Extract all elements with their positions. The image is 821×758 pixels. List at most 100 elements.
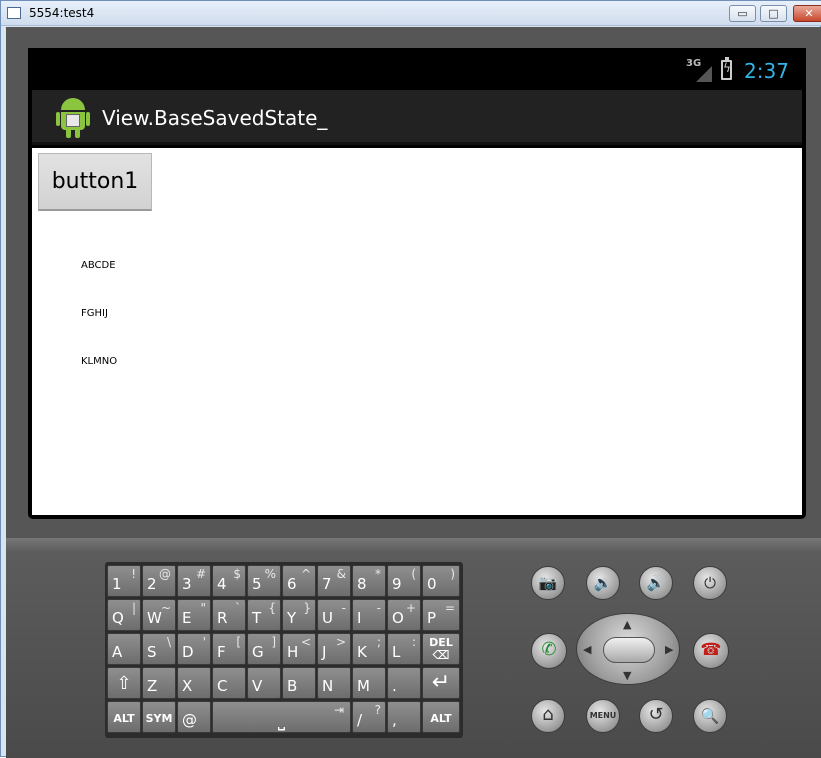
emulator-controls-panel: 1! 2 @ 3 # 4 $ 5% 6 ^ 7 & 8 * 9( 0) Q | W ~ E " R… — [6, 538, 821, 758]
label-abcde: ABCDE — [81, 260, 116, 271]
home-button[interactable]: ⌂ — [531, 699, 565, 733]
signal-icon: 3G — [686, 58, 712, 82]
camera-button[interactable]: 📷 — [531, 566, 565, 600]
key-g[interactable]: G] — [247, 633, 281, 665]
search-button[interactable]: 🔍 — [693, 699, 727, 733]
dpad-left-icon[interactable]: ◀ — [583, 643, 591, 656]
key-period[interactable]: . — [387, 667, 421, 699]
key-del[interactable]: DEL ⌫ — [422, 633, 460, 665]
key-m[interactable]: M — [352, 667, 386, 699]
status-clock: 2:37 — [744, 59, 789, 83]
backspace-icon: ⌫ — [432, 648, 450, 662]
key-alt-left[interactable]: ALT — [107, 701, 141, 733]
key-6[interactable]: 6 ^ — [282, 565, 316, 597]
key-5[interactable]: 5% — [247, 565, 281, 597]
volume-up-button[interactable]: 🔊 — [639, 566, 673, 600]
window-titlebar[interactable]: 5554:test4 ▭ □ ✕ — [1, 1, 821, 26]
minimize-button[interactable]: ▭ — [729, 5, 756, 22]
key-alt-right[interactable]: ALT — [422, 701, 460, 733]
key-u[interactable]: U- — [317, 599, 351, 631]
key-c[interactable]: C — [212, 667, 246, 699]
close-icon: ✕ — [804, 7, 814, 20]
key-o[interactable]: O + — [387, 599, 421, 631]
maximize-button[interactable]: □ — [760, 5, 787, 22]
call-button[interactable]: ✆ — [531, 633, 567, 669]
menu-button[interactable]: MENU — [586, 699, 620, 733]
key-comma[interactable]: , — [387, 701, 421, 733]
key-t[interactable]: T{ — [247, 599, 281, 631]
key-at[interactable]: @ — [177, 701, 211, 733]
key-2[interactable]: 2 @ — [142, 565, 176, 597]
dpad-up-icon[interactable]: ▲ — [623, 618, 631, 631]
key-e[interactable]: E " — [177, 599, 211, 631]
device-frame: 3G ϟ 2:37 View.BaseSavedState_ button1 A — [6, 27, 821, 538]
camera-icon: 📷 — [538, 574, 558, 592]
key-z[interactable]: Z — [142, 667, 176, 699]
key-slash[interactable]: /? — [352, 701, 386, 733]
end-call-icon: ☎ — [700, 640, 722, 660]
signal-strength-icon — [696, 66, 712, 82]
key-y[interactable]: Y} — [282, 599, 316, 631]
key-s[interactable]: S \ — [142, 633, 176, 665]
enter-icon: ↵ — [431, 670, 451, 695]
key-sym[interactable]: SYM — [142, 701, 176, 733]
hardware-keyboard: 1! 2 @ 3 # 4 $ 5% 6 ^ 7 & 8 * 9( 0) Q | W ~ E " R… — [105, 562, 463, 738]
android-robot-icon — [56, 98, 90, 138]
window-title: 5554:test4 — [29, 6, 95, 20]
key-n[interactable]: N — [317, 667, 351, 699]
key-9[interactable]: 9( — [387, 565, 421, 597]
volume-down-icon: 🔉 — [593, 574, 613, 592]
button1[interactable]: button1 — [38, 153, 152, 211]
emulator-body: 3G ϟ 2:37 View.BaseSavedState_ button1 A — [6, 27, 821, 758]
key-a[interactable]: A — [107, 633, 141, 665]
key-k[interactable]: K; — [352, 633, 386, 665]
key-h[interactable]: H < — [282, 633, 316, 665]
key-7[interactable]: 7 & — [317, 565, 351, 597]
key-l[interactable]: L: — [387, 633, 421, 665]
key-v[interactable]: V — [247, 667, 281, 699]
volume-down-button[interactable]: 🔉 — [586, 566, 620, 600]
key-p[interactable]: P = — [422, 599, 460, 631]
key-enter[interactable]: ↵ — [422, 667, 460, 699]
dpad-center-button[interactable] — [603, 637, 655, 663]
key-0[interactable]: 0) — [422, 565, 460, 597]
key-w[interactable]: W ~ — [142, 599, 176, 631]
dpad-right-icon[interactable]: ▶ — [665, 643, 673, 656]
search-icon: 🔍 — [700, 707, 720, 725]
dpad[interactable]: ▲ ▼ ◀ ▶ — [576, 613, 680, 685]
key-shift[interactable]: ⇧ — [107, 667, 141, 699]
power-icon: ⏻ — [704, 574, 716, 592]
key-f[interactable]: F[ — [212, 633, 246, 665]
key-1[interactable]: 1! — [107, 565, 141, 597]
back-button[interactable]: ↺ — [639, 699, 673, 733]
key-8[interactable]: 8 * — [352, 565, 386, 597]
key-x[interactable]: X — [177, 667, 211, 699]
status-bar: 3G ϟ 2:37 — [28, 48, 806, 90]
key-b[interactable]: B — [282, 667, 316, 699]
key-3[interactable]: 3 # — [177, 565, 211, 597]
action-bar: View.BaseSavedState_ — [32, 90, 802, 145]
back-icon: ↺ — [648, 704, 664, 725]
home-icon: ⌂ — [542, 704, 554, 725]
key-4[interactable]: 4 $ — [212, 565, 246, 597]
key-d[interactable]: D ' — [177, 633, 211, 665]
key-space[interactable]: ⎵ ⇥ — [212, 701, 351, 733]
power-button[interactable]: ⏻ — [693, 566, 727, 600]
volume-up-icon: 🔊 — [646, 574, 666, 592]
close-button[interactable]: ✕ — [793, 5, 821, 22]
key-j[interactable]: J > — [317, 633, 351, 665]
key-r[interactable]: R ` — [212, 599, 246, 631]
maximize-icon: □ — [768, 7, 779, 20]
key-q[interactable]: Q | — [107, 599, 141, 631]
menu-label: MENU — [589, 711, 617, 720]
battery-icon: ϟ — [721, 57, 732, 80]
key-i[interactable]: I- — [352, 599, 386, 631]
emulator-window: 5554:test4 ▭ □ ✕ 3G ϟ 2:37 View.BaseSave… — [0, 0, 821, 758]
dpad-down-icon[interactable]: ▼ — [623, 669, 631, 682]
end-call-button[interactable]: ☎ — [693, 633, 729, 669]
device-screen: 3G ϟ 2:37 View.BaseSavedState_ button1 A — [28, 48, 806, 519]
app-content: button1 ABCDE FGHIJ KLMNO — [32, 148, 802, 515]
space-icon: ⎵ — [277, 710, 286, 731]
call-icon: ✆ — [541, 639, 557, 660]
minimize-icon: ▭ — [737, 7, 748, 20]
